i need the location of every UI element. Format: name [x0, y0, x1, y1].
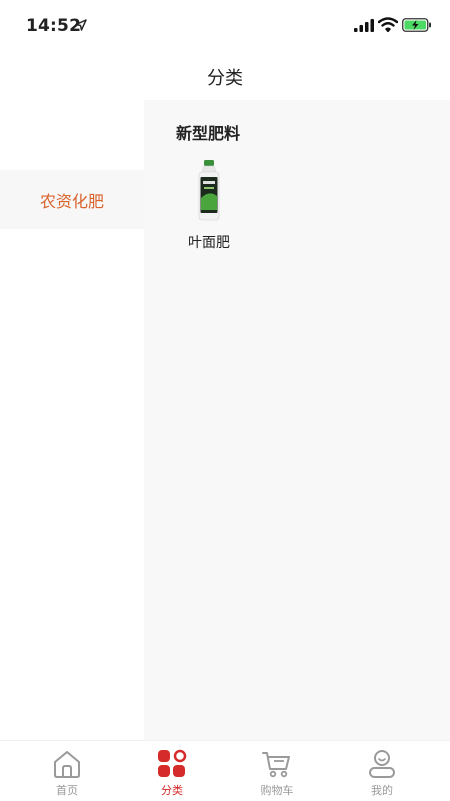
tab-label: 首页: [56, 784, 78, 797]
status-bar: 14:52: [0, 0, 450, 52]
product-item[interactable]: 叶面肥: [178, 160, 240, 252]
tab-category[interactable]: 分类: [116, 741, 228, 801]
product-image: [178, 160, 240, 224]
category-content: 新型肥料 叶面肥: [144, 100, 450, 740]
sidebar-item-fertilizer[interactable]: 农资化肥: [0, 170, 144, 229]
cellular-signal-icon: [354, 19, 374, 32]
tab-label: 分类: [161, 784, 183, 797]
tab-label: 购物车: [260, 784, 294, 797]
section-title: 新型肥料: [176, 124, 241, 143]
fertilizer-bottle-icon: [198, 160, 220, 221]
category-icon: [158, 749, 187, 777]
status-time: 14:52: [26, 16, 82, 36]
tab-label: 我的: [371, 784, 393, 797]
tab-bar: 首页 分类 购物车 我的: [0, 740, 450, 801]
page-title: 分类: [207, 68, 243, 89]
tab-home[interactable]: 首页: [11, 741, 123, 801]
category-sidebar: 农资化肥: [0, 100, 144, 740]
wifi-icon: [378, 17, 398, 32]
location-arrow-icon: [75, 19, 87, 31]
tab-profile[interactable]: 我的: [326, 741, 438, 801]
cart-icon: [262, 752, 290, 778]
product-name: 叶面肥: [188, 235, 230, 251]
tab-cart[interactable]: 购物车: [221, 741, 333, 801]
battery-charging-icon: [402, 18, 431, 32]
user-icon: [369, 750, 395, 778]
sidebar-item-label: 农资化肥: [39, 191, 104, 211]
home-icon: [54, 751, 80, 778]
